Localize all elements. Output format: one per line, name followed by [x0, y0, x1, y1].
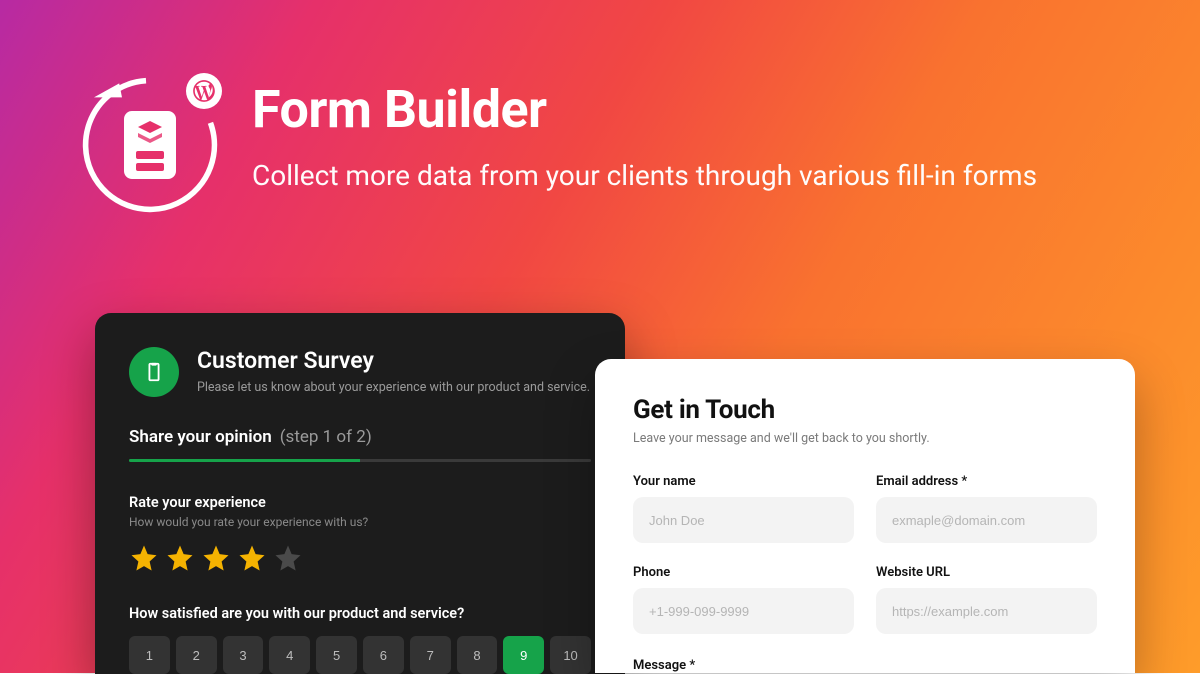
- name-label: Your name: [633, 474, 854, 489]
- scale-button[interactable]: 7: [410, 636, 451, 674]
- scale-button[interactable]: 9: [503, 636, 544, 674]
- star-icon[interactable]: [201, 543, 231, 573]
- form-previews: Customer Survey Please let us know about…: [95, 313, 1135, 674]
- page-subtitle: Collect more data from your clients thro…: [252, 156, 1037, 197]
- star-rating[interactable]: [129, 543, 591, 573]
- survey-description: Please let us know about your experience…: [197, 380, 590, 395]
- hero-banner: Form Builder Collect more data from your…: [0, 0, 1200, 673]
- wordpress-icon: [186, 73, 222, 109]
- scale-button[interactable]: 2: [176, 636, 217, 674]
- email-input[interactable]: [876, 497, 1097, 543]
- survey-title: Customer Survey: [197, 347, 590, 374]
- rating-label: Rate your experience: [129, 494, 591, 511]
- document-stack-icon: [124, 111, 176, 179]
- rating-sublabel: How would you rate your experience with …: [129, 515, 591, 529]
- scale-button[interactable]: 6: [363, 636, 404, 674]
- phone-field-group: Phone: [633, 565, 854, 634]
- email-field-group: Email address *: [876, 474, 1097, 543]
- email-label: Email address *: [876, 474, 1097, 489]
- name-input[interactable]: [633, 497, 854, 543]
- scale-button[interactable]: 10: [550, 636, 591, 674]
- step-indicator: Share your opinion (step 1 of 2): [129, 427, 591, 447]
- satisfaction-label: How satisfied are you with our product a…: [129, 605, 591, 622]
- progress-fill: [129, 459, 360, 462]
- star-icon[interactable]: [165, 543, 195, 573]
- clipboard-icon: [129, 347, 179, 397]
- scale-button[interactable]: 8: [457, 636, 498, 674]
- scale-button[interactable]: 3: [223, 636, 264, 674]
- website-label: Website URL: [876, 565, 1097, 580]
- scale-button[interactable]: 4: [269, 636, 310, 674]
- title-block: Form Builder Collect more data from your…: [252, 75, 1037, 197]
- contact-card: Get in Touch Leave your message and we'l…: [595, 359, 1135, 673]
- contact-title: Get in Touch: [633, 395, 1097, 425]
- scale-button[interactable]: 5: [316, 636, 357, 674]
- step-lead: Share your opinion: [129, 427, 272, 447]
- star-icon[interactable]: [129, 543, 159, 573]
- survey-card: Customer Survey Please let us know about…: [95, 313, 625, 674]
- name-field-group: Your name: [633, 474, 854, 543]
- progress-bar: [129, 459, 591, 462]
- satisfaction-scale: 1 2 3 4 5 6 7 8 9 10: [129, 636, 591, 674]
- star-icon[interactable]: [237, 543, 267, 573]
- website-input[interactable]: [876, 588, 1097, 634]
- step-count: (step 1 of 2): [280, 427, 372, 447]
- message-label: Message *: [633, 658, 1097, 673]
- phone-label: Phone: [633, 565, 854, 580]
- contact-subtitle: Leave your message and we'll get back to…: [633, 431, 1097, 446]
- phone-input[interactable]: [633, 588, 854, 634]
- star-icon[interactable]: [273, 543, 303, 573]
- page-title: Form Builder: [252, 79, 1037, 140]
- product-logo: [80, 75, 220, 215]
- header: Form Builder Collect more data from your…: [80, 75, 1037, 215]
- website-field-group: Website URL: [876, 565, 1097, 634]
- scale-button[interactable]: 1: [129, 636, 170, 674]
